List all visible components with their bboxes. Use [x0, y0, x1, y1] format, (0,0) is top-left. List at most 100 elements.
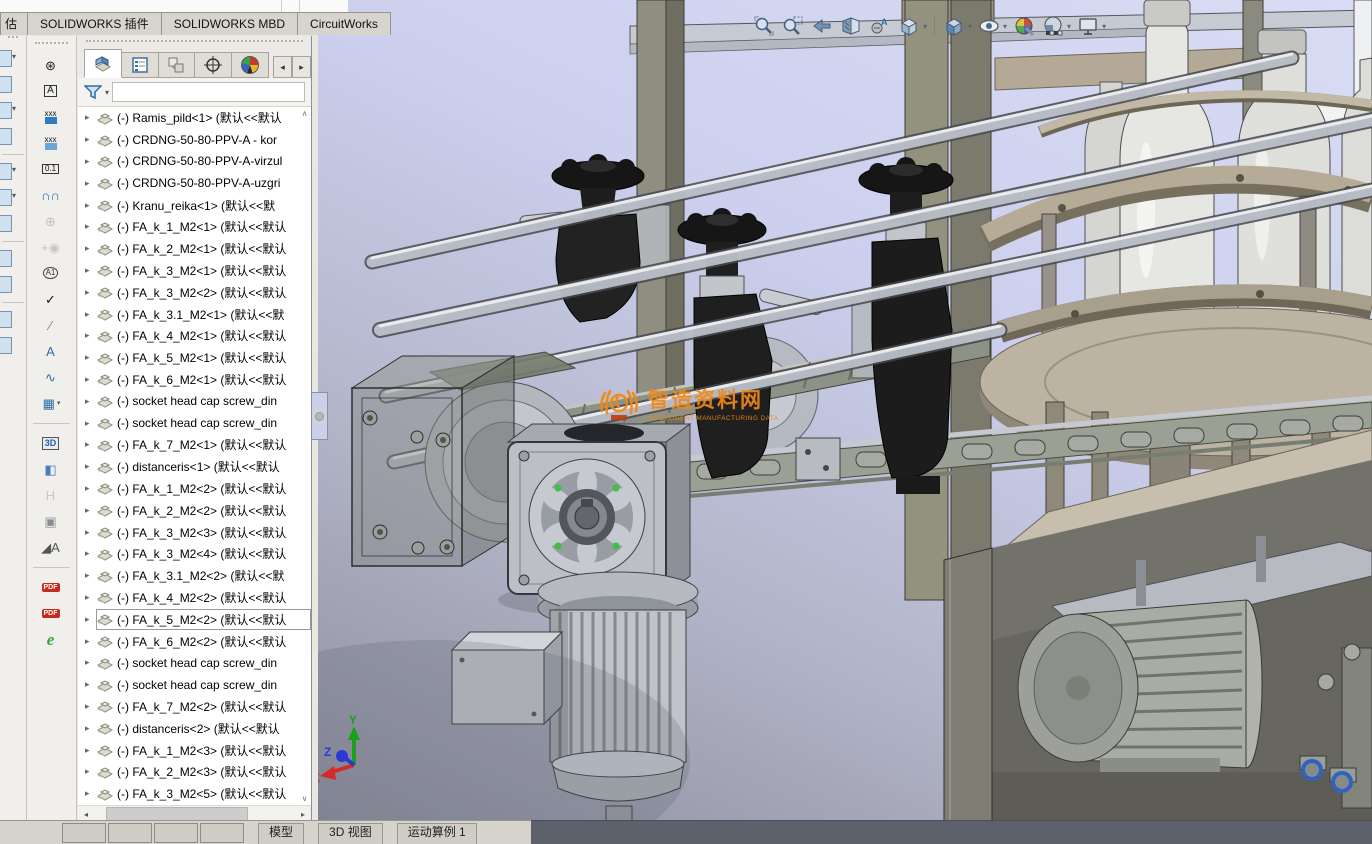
- tree-item[interactable]: (-) FA_k_7_M2<2> (默认<<默认: [78, 696, 311, 718]
- machine-cabinet[interactable]: [943, 429, 1372, 828]
- tab-circuitworks[interactable]: CircuitWorks: [297, 12, 391, 35]
- tree-item[interactable]: (-) FA_k_3_M2<1> (默认<<默认: [78, 260, 311, 282]
- edit-appearance-icon[interactable]: [1012, 14, 1036, 38]
- clipped-icon[interactable]: [0, 311, 12, 328]
- scrollbar-thumb[interactable]: [106, 807, 248, 821]
- annotation-view-icon[interactable]: A: [27, 78, 76, 104]
- clipped-icon[interactable]: [0, 337, 12, 354]
- view-orientation-caret[interactable]: ▾: [923, 22, 927, 31]
- apply-scene-caret[interactable]: ▾: [1067, 22, 1071, 31]
- panel-collapse-handle[interactable]: [312, 392, 328, 440]
- edrawings-icon[interactable]: e: [27, 626, 76, 652]
- tree-item[interactable]: (-) socket head cap screw_din: [78, 674, 311, 696]
- pane-split-button[interactable]: [108, 823, 152, 843]
- tree-item[interactable]: (-) FA_k_5_M2<1> (默认<<默认: [78, 347, 311, 369]
- hide-show-items-icon[interactable]: [977, 14, 1001, 38]
- export-3dpdf-icon[interactable]: PDF: [27, 600, 76, 626]
- zoom-a1-icon[interactable]: A1: [27, 260, 76, 286]
- view-settings-icon[interactable]: [1076, 14, 1100, 38]
- assembly-model[interactable]: Y X Z: [318, 0, 1372, 828]
- pane-split-button[interactable]: [200, 823, 244, 843]
- tab-solidworks-addins[interactable]: SOLIDWORKS 插件: [27, 12, 161, 35]
- tree-item[interactable]: (-) FA_k_5_M2<2> (默认<<默认: [78, 608, 311, 630]
- expand-arrow-icon[interactable]: [85, 614, 96, 625]
- pane-split-button[interactable]: [154, 823, 198, 843]
- clipped-icon[interactable]: [0, 102, 12, 119]
- clipped-icon[interactable]: [0, 276, 12, 293]
- expand-arrow-icon[interactable]: [85, 592, 96, 603]
- feature-tree[interactable]: (-) Ramis_pild<1> (默认<<默认 (-) CRDNG-50-8…: [78, 107, 311, 805]
- expand-arrow-icon[interactable]: [85, 701, 96, 712]
- clipped-icon[interactable]: [0, 76, 12, 93]
- pane-split-button[interactable]: [62, 823, 106, 843]
- tree-item[interactable]: (-) FA_k_4_M2<2> (默认<<默认: [78, 587, 311, 609]
- tree-item[interactable]: (-) Kranu_reika<1> (默认<<默: [78, 194, 311, 216]
- featuremanager-panel[interactable]: ◂ ▸ ▾ (-) Ramis_pild<1> (默认<<默认: [78, 36, 312, 838]
- expand-arrow-icon[interactable]: [85, 178, 96, 189]
- balloon-icon[interactable]: xxx: [27, 130, 76, 156]
- 3d-views-icon[interactable]: 3D: [27, 430, 76, 456]
- expand-arrow-icon[interactable]: [85, 265, 96, 276]
- expand-arrow-icon[interactable]: [85, 221, 96, 232]
- expand-arrow-icon[interactable]: [85, 657, 96, 668]
- headsup-view-toolbar[interactable]: A ▾ ▾ ▾ ▾ ▾: [752, 14, 1106, 38]
- tree-filter-row[interactable]: ▾: [78, 78, 311, 107]
- tree-vertical-scrollbar[interactable]: ∧ ∨: [298, 107, 311, 805]
- tab-configurationmanager[interactable]: [158, 52, 196, 78]
- tab-model[interactable]: 模型: [258, 823, 305, 844]
- clipped-icon[interactable]: [0, 215, 12, 232]
- toolbar-drag-handle[interactable]: [35, 42, 68, 49]
- tab-featuremanager-design-tree[interactable]: [84, 49, 122, 78]
- expand-arrow-icon[interactable]: [85, 505, 96, 516]
- expand-arrow-icon[interactable]: [85, 352, 96, 363]
- tab-motion-study[interactable]: 运动算例 1: [396, 823, 477, 844]
- isolate-disabled-icon[interactable]: H: [27, 482, 76, 508]
- comment-icon[interactable]: ▣: [27, 508, 76, 534]
- tree-item[interactable]: (-) CRDNG-50-80-PPV-A-uzgri: [78, 172, 311, 194]
- expand-arrow-icon[interactable]: [85, 200, 96, 211]
- tree-item[interactable]: (-) CRDNG-50-80-PPV-A - kor: [78, 129, 311, 151]
- previous-view-icon[interactable]: [810, 14, 834, 38]
- clipped-icon[interactable]: [0, 163, 12, 180]
- toolbar-drag-handle[interactable]: [8, 36, 18, 43]
- tree-item[interactable]: (-) FA_k_1_M2<1> (默认<<默认: [78, 216, 311, 238]
- tree-item[interactable]: (-) socket head cap screw_din: [78, 412, 311, 434]
- commandmanager-tabs[interactable]: 估 SOLIDWORKS 插件 SOLIDWORKS MBD CircuitWo…: [0, 12, 391, 36]
- expand-arrow-icon[interactable]: [85, 134, 96, 145]
- scroll-left-icon[interactable]: ◂: [78, 810, 94, 819]
- tree-item[interactable]: (-) CRDNG-50-80-PPV-A-virzul: [78, 151, 311, 173]
- display-style-icon[interactable]: [942, 14, 966, 38]
- filter-funnel-icon[interactable]: [84, 84, 102, 100]
- expand-arrow-icon[interactable]: [85, 418, 96, 429]
- tree-item[interactable]: (-) distanceris<1> (默认<<默认: [78, 456, 311, 478]
- expand-arrow-icon[interactable]: [85, 527, 96, 538]
- apply-scene-icon[interactable]: [1041, 14, 1065, 38]
- clipped-icon[interactable]: [0, 128, 12, 145]
- tree-item[interactable]: (-) FA_k_3.1_M2<2> (默认<<默: [78, 565, 311, 587]
- tree-item[interactable]: (-) FA_k_3_M2<5> (默认<<默认: [78, 783, 311, 805]
- tab-solidworks-mbd[interactable]: SOLIDWORKS MBD: [160, 12, 298, 35]
- clipped-toolbar-strip[interactable]: ▾ ▾ ▾ ▾: [0, 36, 27, 820]
- tree-item[interactable]: (-) socket head cap screw_din: [78, 652, 311, 674]
- evaluate-toolbar[interactable]: ⊛ A xxx xxx 0.1 ∩∩ ⊕ +◉ A1 ✓ ∕ A ∿ ▦ ▾ 3…: [27, 36, 77, 820]
- expand-arrow-icon[interactable]: [85, 636, 96, 647]
- table-icon[interactable]: ▦ ▾: [27, 390, 76, 416]
- hide-show-items-caret[interactable]: ▾: [1003, 22, 1007, 31]
- origin-target-icon[interactable]: ⊕: [27, 208, 76, 234]
- expand-arrow-icon[interactable]: [85, 461, 96, 472]
- dropdown-caret-icon[interactable]: ▾: [12, 165, 16, 174]
- tolerance-icon[interactable]: 0.1: [27, 156, 76, 182]
- expand-arrow-icon[interactable]: [85, 723, 96, 734]
- tree-item[interactable]: (-) FA_k_2_M2<2> (默认<<默认: [78, 499, 311, 521]
- tree-item[interactable]: (-) Ramis_pild<1> (默认<<默认: [78, 107, 311, 129]
- measure-icon[interactable]: ∿: [27, 364, 76, 390]
- tab-3d-views[interactable]: 3D 视图: [318, 823, 383, 844]
- tree-item[interactable]: (-) FA_k_7_M2<1> (默认<<默认: [78, 434, 311, 456]
- tree-item[interactable]: (-) FA_k_3_M2<3> (默认<<默认: [78, 521, 311, 543]
- scroll-right-icon[interactable]: ▸: [295, 810, 311, 819]
- tree-item[interactable]: (-) FA_k_2_M2<1> (默认<<默认: [78, 238, 311, 260]
- clipped-icon[interactable]: [0, 189, 12, 206]
- tree-filter-input[interactable]: [112, 82, 305, 102]
- expand-arrow-icon[interactable]: [85, 374, 96, 385]
- check-mark-icon[interactable]: ✓: [27, 286, 76, 312]
